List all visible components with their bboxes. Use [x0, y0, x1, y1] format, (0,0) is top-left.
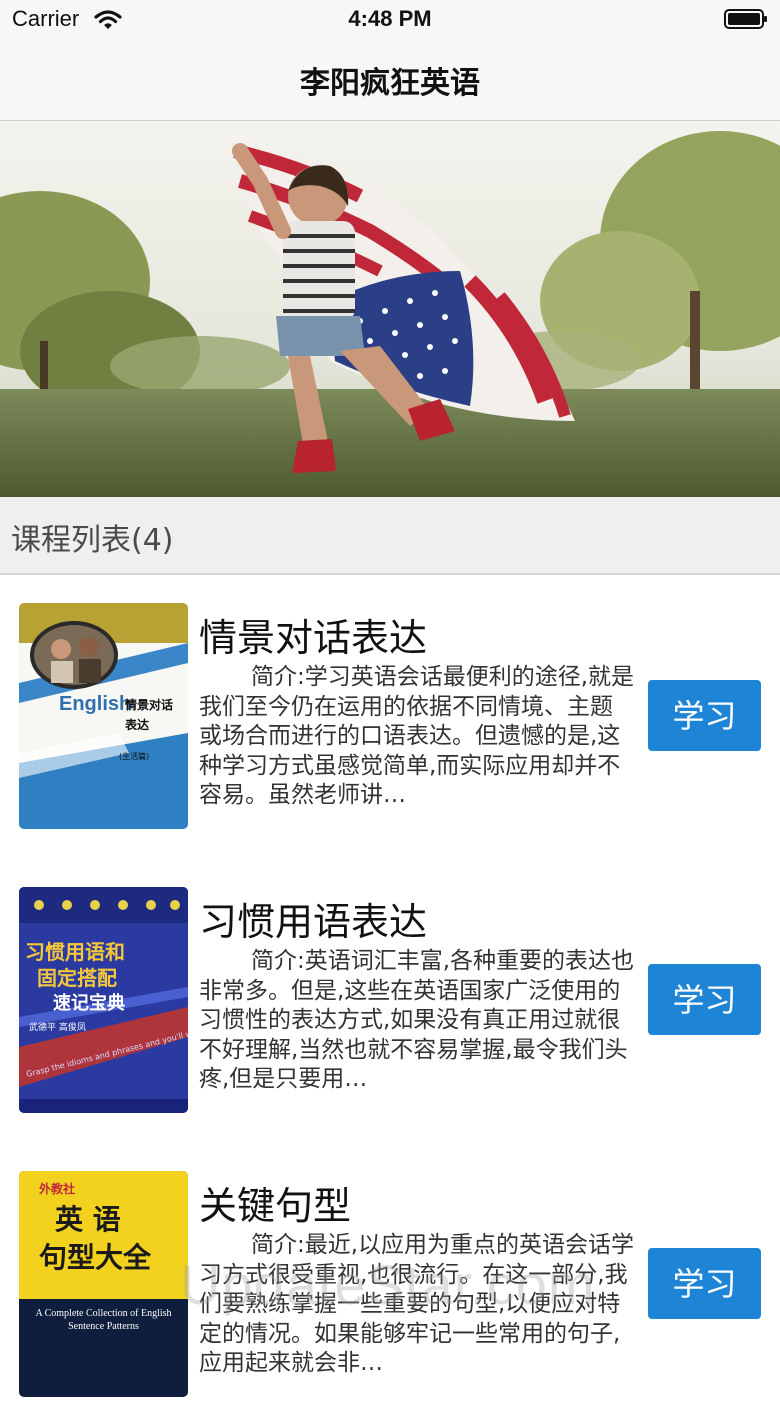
cover-brand: English	[59, 693, 131, 715]
course-description: 简介:学习英语会话最便利的途径,就是我们至今仍在运用的依据不同情境、主题或场合而…	[199, 664, 635, 808]
cover-title-line: 表达	[124, 717, 149, 732]
cover-english: A Complete Collection of English Sentenc…	[35, 1308, 172, 1332]
banner-image[interactable]	[0, 121, 780, 497]
list-item[interactable]: 习惯用语和 固定搭配 速记宝典 武德平 高俊凤 Grasp the idioms…	[0, 859, 780, 1145]
cover-title-line: 习惯用语和	[25, 940, 125, 964]
learn-button[interactable]: 学习	[648, 964, 761, 1035]
course-title: 习惯用语表达	[199, 900, 428, 944]
course-title: 情景对话表达	[199, 616, 428, 660]
battery-icon	[724, 9, 768, 29]
status-bar: Carrier 4:48 PM	[0, 0, 780, 40]
list-item[interactable]: English 情景对话 表达 (生活篇) 情景对话表达 简介:学习英语会话最便…	[0, 575, 780, 861]
course-title: 关键句型	[199, 1184, 352, 1228]
course-cover-image: 外教社 英 语 句型大全 A Complete Collection of En…	[19, 1171, 188, 1397]
cover-title-line: 固定搭配	[37, 966, 117, 990]
section-title: 课程列表(4)	[11, 523, 174, 558]
page-title: 李阳疯狂英语	[300, 66, 480, 101]
cover-title-line: 速记宝典	[53, 992, 125, 1014]
cover-title-line: 句型大全	[39, 1241, 152, 1274]
cover-authors: 武德平 高俊凤	[29, 1021, 86, 1033]
learn-button[interactable]: 学习	[648, 680, 761, 751]
clock: 4:48 PM	[348, 6, 432, 31]
navigation-bar: 李阳疯狂英语	[0, 40, 780, 121]
section-header: 课程列表(4)	[0, 497, 780, 575]
cover-title-line: 情景对话	[125, 697, 173, 712]
course-cover-image: English 情景对话 表达 (生活篇)	[19, 603, 188, 829]
cover-subtitle: (生活篇)	[119, 751, 149, 761]
learn-button[interactable]: 学习	[648, 1248, 761, 1319]
course-description: 简介:英语词汇丰富,各种重要的表达也非常多。但是,这些在英语国家广泛使用的习惯性…	[199, 948, 635, 1092]
watermark: UpdateStar.com	[180, 1253, 596, 1316]
cover-publisher: 外教社	[39, 1181, 75, 1196]
course-cover-image: 习惯用语和 固定搭配 速记宝典 武德平 高俊凤 Grasp the idioms…	[19, 887, 188, 1113]
cover-title-line: 英 语	[55, 1203, 121, 1236]
